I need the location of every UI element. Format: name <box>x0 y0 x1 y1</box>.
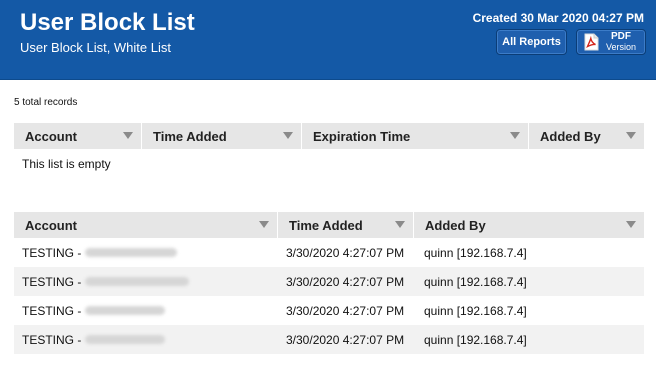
white-col-account[interactable]: Account <box>14 212 278 238</box>
white-col-added-by[interactable]: Added By <box>414 212 644 238</box>
sort-desc-icon <box>626 221 636 228</box>
sort-desc-icon <box>123 132 133 139</box>
white-col-time-added-label: Time Added <box>289 217 363 233</box>
block-col-account-label: Account <box>25 128 77 144</box>
pdf-label: PDF <box>611 31 632 42</box>
account-cell: TESTING - <box>14 238 279 267</box>
pdf-version-button[interactable]: PDF Version <box>576 29 646 55</box>
account-text: TESTING - <box>22 332 82 347</box>
added-by-cell: quinn [192.168.7.4] <box>424 332 527 347</box>
block-col-added-by-label: Added By <box>540 128 601 144</box>
added-by-cell: quinn [192.168.7.4] <box>424 245 527 260</box>
block-col-expiration-time-label: Expiration Time <box>313 128 411 144</box>
all-reports-button[interactable]: All Reports <box>496 29 567 55</box>
account-cell: TESTING - <box>14 325 279 354</box>
account-text: TESTING - <box>22 274 82 289</box>
white-col-account-label: Account <box>25 217 77 233</box>
table-row: TESTING - 3/30/2020 4:27:07 PM quinn [19… <box>14 325 644 354</box>
redacted-account-name <box>85 335 166 344</box>
sort-desc-icon <box>626 132 636 139</box>
pdf-label-stack: PDF Version <box>606 32 636 52</box>
account-text: TESTING - <box>22 245 82 260</box>
table-row: TESTING - 3/30/2020 4:27:07 PM quinn [19… <box>14 296 644 325</box>
table-row: TESTING - 3/30/2020 4:27:07 PM quinn [19… <box>14 267 644 296</box>
block-col-time-added[interactable]: Time Added <box>142 123 302 149</box>
added-by-cell: quinn [192.168.7.4] <box>424 303 527 318</box>
pdf-file-icon <box>583 33 600 51</box>
block-col-time-added-label: Time Added <box>153 128 227 144</box>
pdf-sub-label: Version <box>606 42 637 52</box>
created-timestamp: Created 30 Mar 2020 04:27 PM <box>472 11 644 25</box>
redacted-account-name <box>85 306 166 315</box>
empty-list-message: This list is empty <box>22 157 111 171</box>
page-title: User Block List <box>20 9 195 36</box>
table-row: TESTING - 3/30/2020 4:27:07 PM quinn [19… <box>14 238 644 267</box>
white-list-table: Account Time Added Added By TESTING - 3/… <box>14 212 644 354</box>
account-text: TESTING - <box>22 303 82 318</box>
all-reports-label: All Reports <box>502 36 561 48</box>
white-table-header: Account Time Added Added By <box>14 212 644 238</box>
block-col-added-by[interactable]: Added By <box>529 123 644 149</box>
block-col-expiration-time[interactable]: Expiration Time <box>302 123 529 149</box>
block-col-account[interactable]: Account <box>14 123 142 149</box>
block-table-header: Account Time Added Expiration Time Added… <box>14 123 644 149</box>
time-added-cell: 3/30/2020 4:27:07 PM <box>286 245 405 260</box>
account-cell: TESTING - <box>14 267 279 296</box>
redacted-account-name <box>85 277 190 286</box>
report-header: User Block List User Block List, White L… <box>0 0 656 80</box>
sort-desc-icon <box>259 221 269 228</box>
total-records: 5 total records <box>14 97 78 108</box>
page-subtitle: User Block List, White List <box>20 40 171 55</box>
sort-desc-icon <box>395 221 405 228</box>
white-col-time-added[interactable]: Time Added <box>278 212 414 238</box>
time-added-cell: 3/30/2020 4:27:07 PM <box>286 332 405 347</box>
sort-desc-icon <box>283 132 293 139</box>
sort-desc-icon <box>510 132 520 139</box>
account-cell: TESTING - <box>14 296 279 325</box>
block-list-table: Account Time Added Expiration Time Added… <box>14 123 644 175</box>
redacted-account-name <box>85 248 178 257</box>
added-by-cell: quinn [192.168.7.4] <box>424 274 527 289</box>
time-added-cell: 3/30/2020 4:27:07 PM <box>286 303 405 318</box>
white-col-added-by-label: Added By <box>425 217 486 233</box>
time-added-cell: 3/30/2020 4:27:07 PM <box>286 274 405 289</box>
